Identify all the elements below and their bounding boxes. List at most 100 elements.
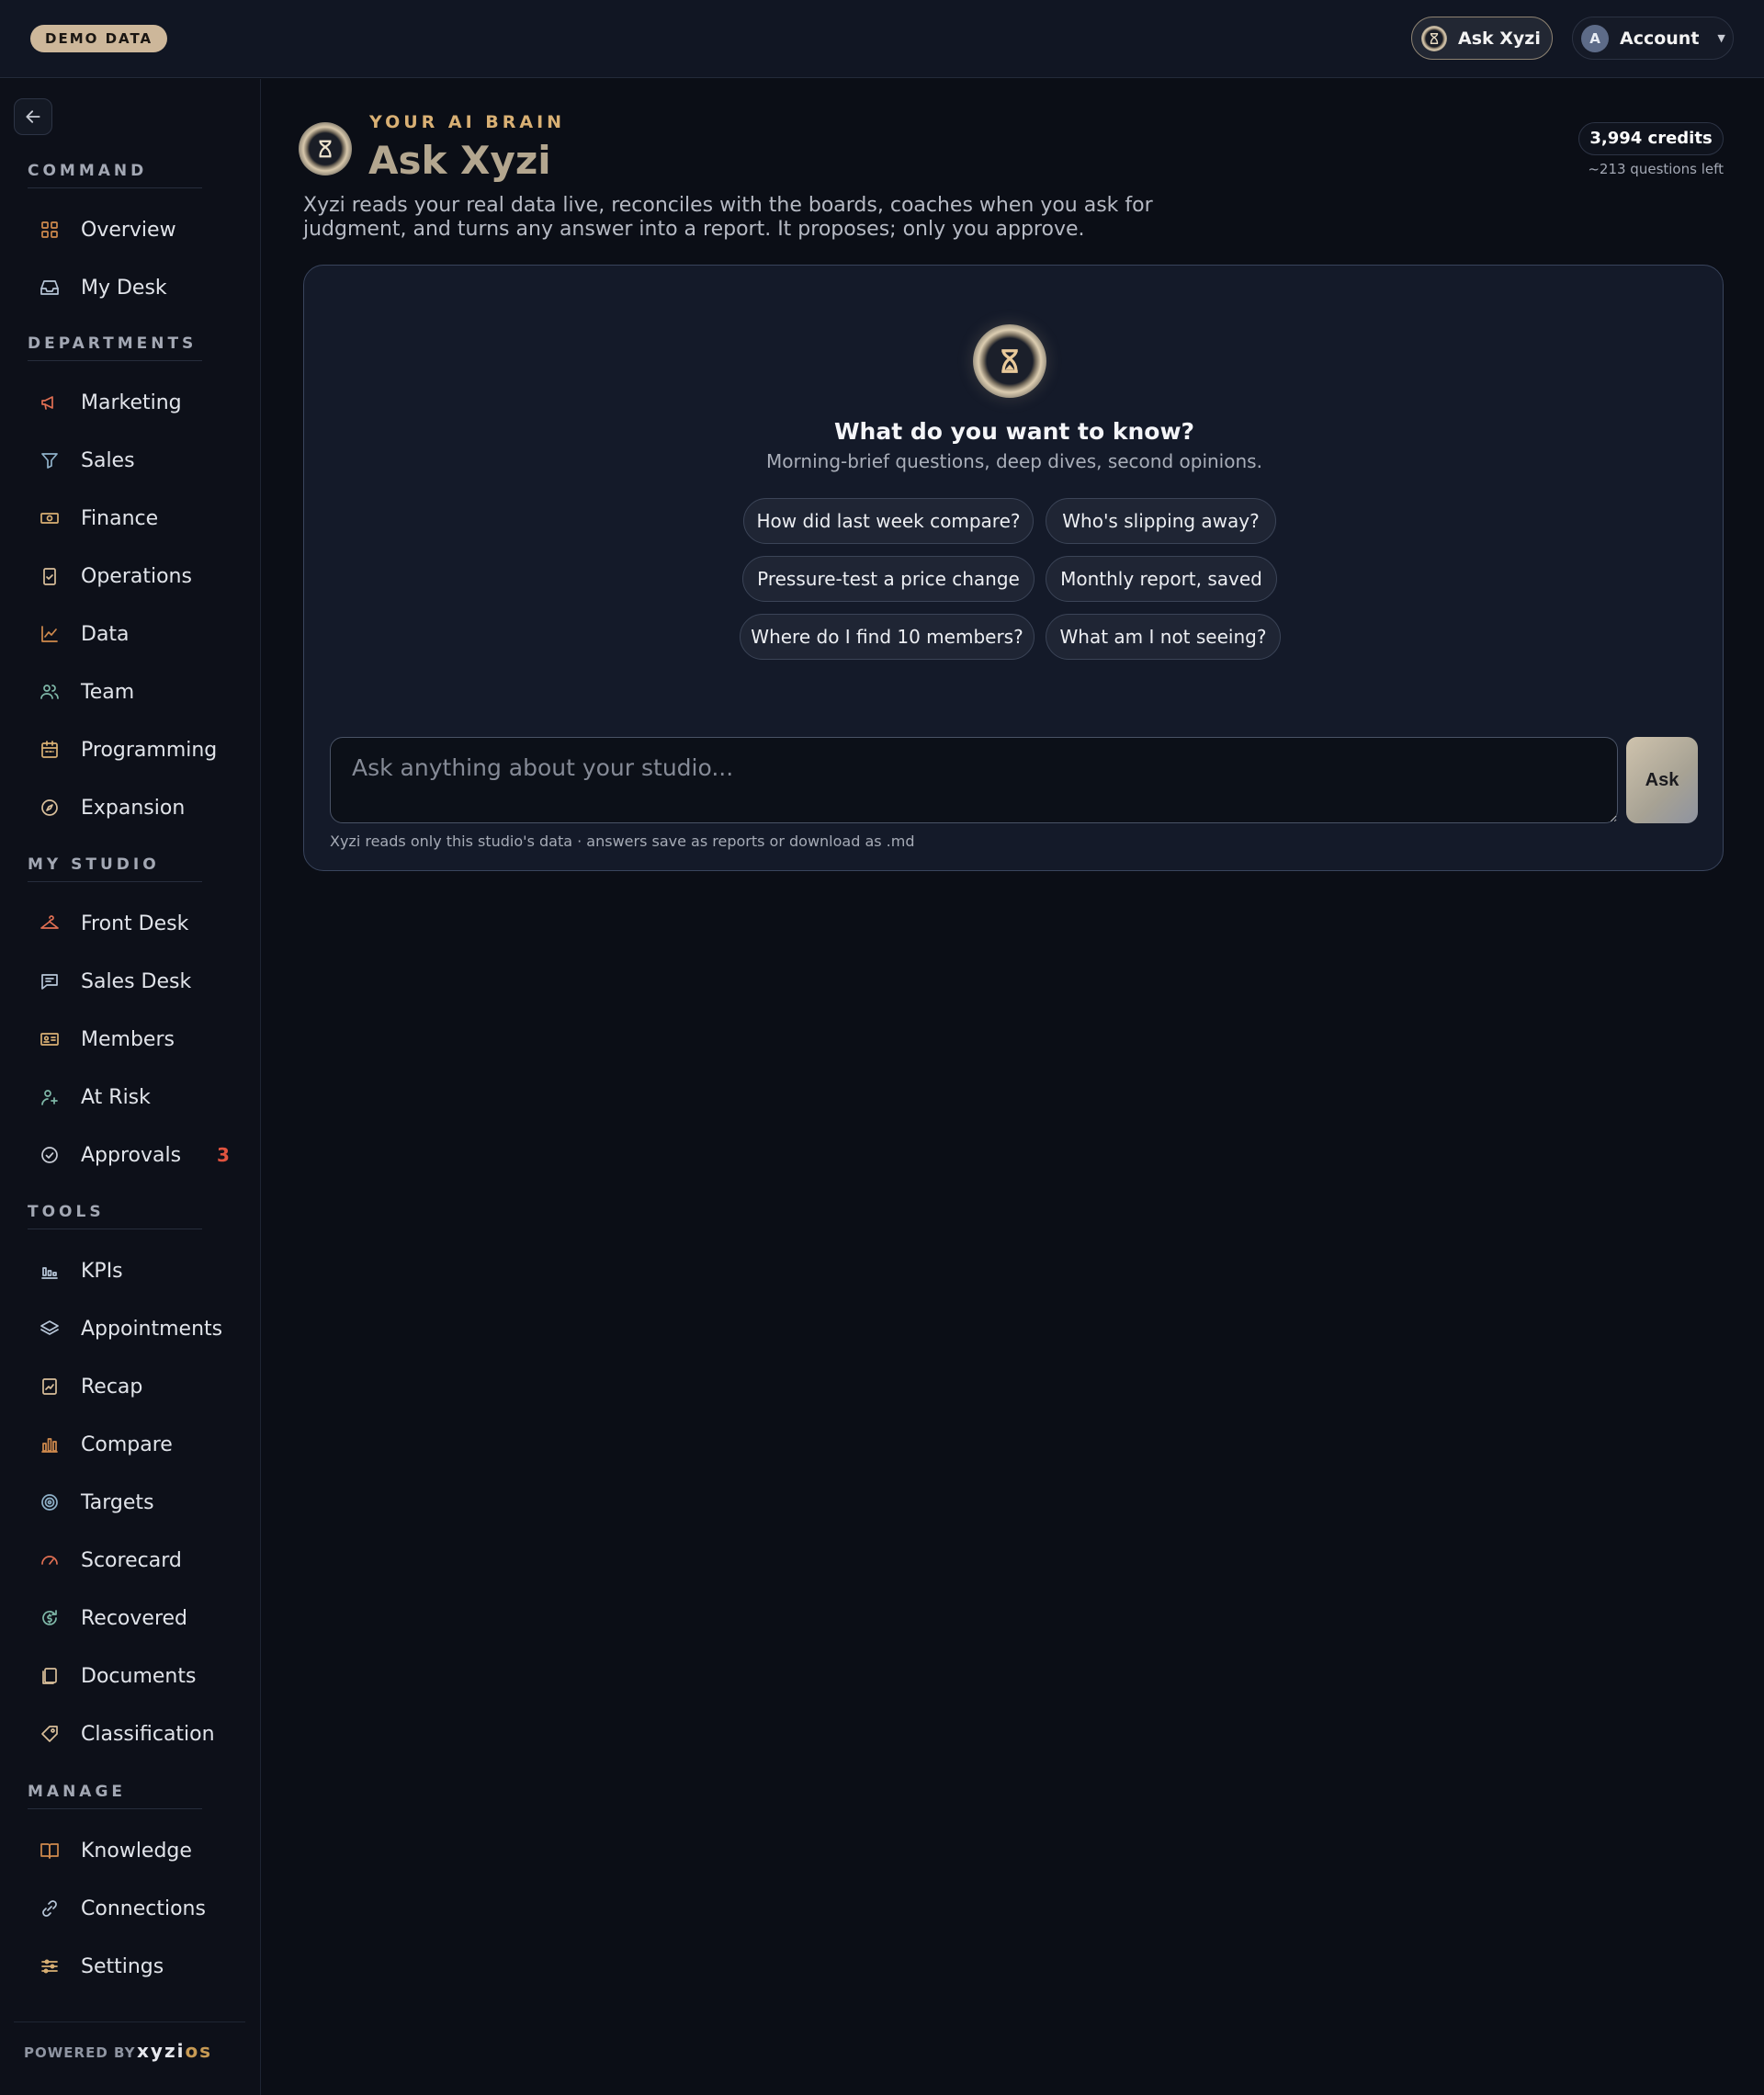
sidebar-item-label: Scorecard: [81, 1548, 182, 1572]
sidebar-item-label: Members: [81, 1027, 175, 1051]
approvals-count-badge: 3: [217, 1144, 230, 1166]
id-card-icon: [37, 1026, 62, 1052]
suggestion-chip[interactable]: Where do I find 10 members?: [740, 614, 1035, 660]
collapse-sidebar-button[interactable]: [14, 98, 52, 135]
link-icon: [37, 1896, 62, 1921]
sidebar-item-label: Appointments: [81, 1317, 223, 1341]
bar-metrics-icon: [37, 1258, 62, 1284]
sidebar-item-kpis[interactable]: KPIs: [28, 1248, 239, 1294]
sidebar-item-overview[interactable]: Overview: [28, 207, 239, 253]
sidebar-item-label: Data: [81, 622, 130, 646]
account-label: Account: [1620, 28, 1700, 49]
suggestion-chip[interactable]: Pressure-test a price change: [742, 556, 1035, 602]
grid-icon: [37, 217, 62, 243]
sidebar-item-label: Connections: [81, 1897, 206, 1920]
sidebar-item-label: Overview: [81, 218, 176, 242]
tag-icon: [37, 1721, 62, 1747]
suggestion-chip[interactable]: Monthly report, saved: [1046, 556, 1277, 602]
brand-main: xyzi: [137, 2040, 186, 2062]
refresh-dollar-icon: [37, 1605, 62, 1631]
sidebar-item-sales[interactable]: Sales: [28, 437, 239, 483]
line-chart-icon: [37, 621, 62, 647]
sidebar-item-label: Classification: [81, 1722, 215, 1746]
sidebar-item-front-desk[interactable]: Front Desk: [28, 900, 239, 946]
sidebar-item-label: Settings: [81, 1954, 164, 1978]
xyzi-logo-icon: [1421, 25, 1447, 51]
sidebar-item-targets[interactable]: Targets: [28, 1479, 239, 1525]
top-bar: DEMO DATA Ask Xyzi A Account ▼: [0, 0, 1764, 78]
ask-card: What do you want to know? Morning-brief …: [303, 265, 1724, 871]
sidebar-item-label: Finance: [81, 506, 159, 530]
demo-data-badge: DEMO DATA: [30, 25, 168, 52]
sidebar-item-connections[interactable]: Connections: [28, 1886, 239, 1931]
sidebar-item-my-desk[interactable]: My Desk: [28, 265, 239, 311]
section-divider: [28, 1808, 202, 1809]
sidebar-item-data[interactable]: Data: [28, 611, 239, 657]
page-eyebrow: YOUR AI BRAIN: [369, 112, 566, 132]
sidebar-item-documents[interactable]: Documents: [28, 1653, 239, 1699]
suggestion-chip[interactable]: Who's slipping away?: [1046, 498, 1276, 544]
ask-input[interactable]: [330, 737, 1618, 823]
sidebar-item-expansion[interactable]: Expansion: [28, 785, 239, 831]
account-menu-button[interactable]: A Account ▼: [1572, 17, 1734, 60]
card-subheading: Morning-brief questions, deep dives, sec…: [766, 450, 1262, 472]
compass-icon: [37, 795, 62, 821]
section-label: TOOLS: [28, 1203, 105, 1221]
sidebar-item-programming[interactable]: Programming: [28, 727, 239, 773]
clipboard-check-icon: [37, 563, 62, 589]
section-divider: [28, 360, 202, 361]
sidebar-item-label: Sales: [81, 448, 135, 472]
user-plus-icon: [37, 1084, 62, 1110]
sidebar-item-approvals[interactable]: Approvals 3: [28, 1132, 239, 1178]
sidebar-item-finance[interactable]: Finance: [28, 495, 239, 541]
suggestion-chip[interactable]: How did last week compare?: [743, 498, 1034, 544]
sidebar-item-label: Programming: [81, 738, 218, 762]
sidebar-item-classification[interactable]: Classification: [28, 1711, 239, 1757]
sidebar-item-recap[interactable]: Recap: [28, 1364, 239, 1410]
sidebar-item-label: Knowledge: [81, 1839, 192, 1863]
ask-xyzi-top-button[interactable]: Ask Xyzi: [1411, 17, 1553, 60]
chevron-down-icon: ▼: [1717, 32, 1725, 44]
sidebar-item-compare[interactable]: Compare: [28, 1421, 239, 1467]
sidebar-item-operations[interactable]: Operations: [28, 553, 239, 599]
xyzi-logo-icon: [299, 122, 352, 176]
bar-chart-icon: [37, 1432, 62, 1457]
section-label: COMMAND: [28, 162, 148, 180]
sidebar-item-label: Expansion: [81, 796, 186, 820]
arrow-left-icon: [26, 110, 40, 123]
credits-badge: 3,994 credits: [1578, 122, 1724, 155]
sidebar-item-sales-desk[interactable]: Sales Desk: [28, 958, 239, 1004]
hanger-icon: [37, 911, 62, 936]
sidebar-item-appointments[interactable]: Appointments: [28, 1306, 239, 1352]
brand-logo: xyzios: [137, 2040, 212, 2062]
inbox-icon: [37, 275, 62, 300]
sidebar-item-label: At Risk: [81, 1085, 151, 1109]
sidebar-footer-divider: [14, 2021, 245, 2022]
funnel-icon: [37, 447, 62, 473]
ask-submit-button[interactable]: Ask: [1626, 737, 1698, 823]
sidebar-item-label: Documents: [81, 1664, 197, 1688]
sidebar-item-label: Front Desk: [81, 912, 189, 935]
section-divider: [28, 881, 202, 882]
users-icon: [37, 679, 62, 705]
page-title: Ask Xyzi: [368, 138, 551, 183]
sidebar-item-label: Compare: [81, 1433, 173, 1456]
sidebar-item-label: Team: [81, 680, 135, 704]
section-divider: [28, 187, 202, 188]
sliders-icon: [37, 1953, 62, 1979]
sidebar-item-team[interactable]: Team: [28, 669, 239, 715]
section-label: MANAGE: [28, 1783, 127, 1801]
sidebar-item-knowledge[interactable]: Knowledge: [28, 1828, 239, 1874]
sidebar-item-scorecard[interactable]: Scorecard: [28, 1537, 239, 1583]
gauge-icon: [37, 1547, 62, 1573]
suggestion-chip[interactable]: What am I not seeing?: [1046, 614, 1281, 660]
sidebar-item-at-risk[interactable]: At Risk: [28, 1074, 239, 1120]
sidebar-item-members[interactable]: Members: [28, 1016, 239, 1062]
sidebar-item-label: KPIs: [81, 1259, 123, 1283]
sidebar-item-marketing[interactable]: Marketing: [28, 379, 239, 425]
banknote-icon: [37, 505, 62, 531]
powered-by-label: POWERED BY: [24, 2044, 136, 2061]
sidebar-item-settings[interactable]: Settings: [28, 1943, 239, 1989]
ask-footnote: Xyzi reads only this studio's data · ans…: [330, 832, 915, 850]
sidebar-item-recovered[interactable]: Recovered: [28, 1595, 239, 1641]
